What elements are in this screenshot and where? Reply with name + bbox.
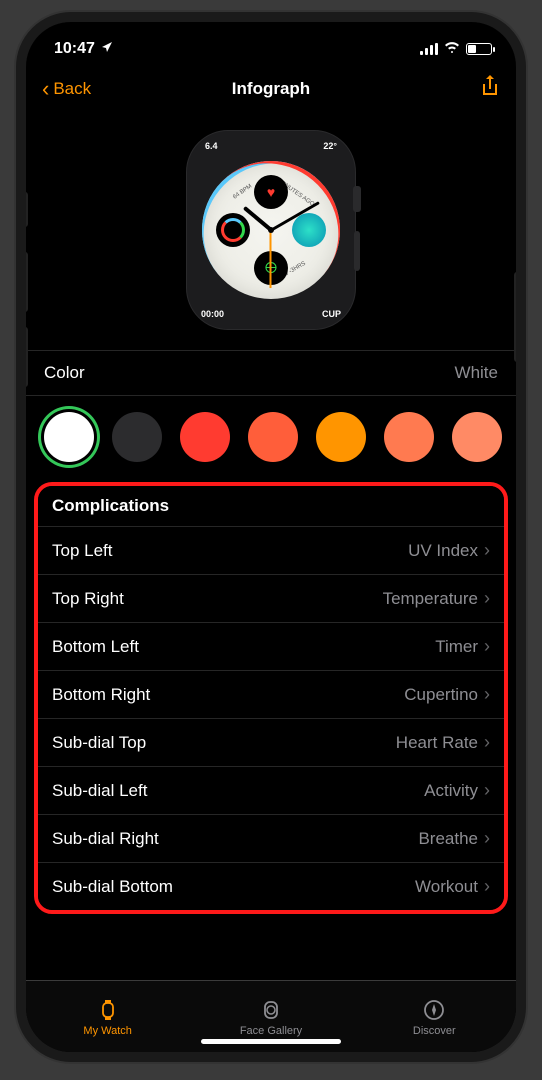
chevron-left-icon: ‹ <box>42 76 49 102</box>
complications-header: Complications <box>38 486 504 526</box>
color-swatch-orange[interactable] <box>316 412 366 462</box>
chevron-right-icon: › <box>484 588 490 609</box>
complication-value: UV Index <box>408 541 478 561</box>
color-label: Color <box>44 363 85 383</box>
activity-rings-icon <box>221 218 245 242</box>
color-swatch-white[interactable] <box>44 412 94 462</box>
complications-section-highlighted: Complications Top LeftUV Index›Top Right… <box>34 482 508 914</box>
side-button <box>22 327 28 387</box>
subdial-left <box>216 213 250 247</box>
content-scroll[interactable]: 6.4 22° 00:00 CUP 64 BPM 3 MINUTES AGO 0… <box>26 112 516 980</box>
chevron-right-icon: › <box>484 684 490 705</box>
chevron-right-icon: › <box>484 636 490 657</box>
watch-icon <box>96 997 120 1023</box>
corner-bottom-right: CUP <box>322 309 341 319</box>
chevron-right-icon: › <box>484 732 490 753</box>
screen: 10:47 ‹ Back Infograph <box>26 22 516 1052</box>
battery-icon <box>466 43 492 55</box>
complication-label: Sub-dial Top <box>52 733 146 753</box>
complication-value: Temperature <box>383 589 478 609</box>
tab-label: My Watch <box>83 1025 132 1037</box>
watch-side-button <box>354 231 360 271</box>
corner-bottom-left: 00:00 <box>201 309 224 319</box>
side-button <box>22 192 28 227</box>
corner-top-right: 22° <box>323 141 337 151</box>
watch-dial: 64 BPM 3 MINUTES AGO 07:09 -3HRS ♥ 𐀏 <box>202 161 340 299</box>
color-swatch-black[interactable] <box>112 412 162 462</box>
cellular-signal-icon <box>420 43 438 55</box>
tab-my-watch[interactable]: My Watch <box>26 981 189 1052</box>
tab-label: Discover <box>413 1025 456 1037</box>
complication-row-top-right[interactable]: Top Right Temperature › <box>38 574 504 622</box>
side-button <box>514 272 520 362</box>
complication-row-bottom-right[interactable]: Bottom Right Cupertino › <box>38 670 504 718</box>
corner-top-left: 6.4 <box>205 141 218 151</box>
subdial-top: ♥ <box>254 175 288 209</box>
complication-row-bottom-left[interactable]: Bottom Left Timer › <box>38 622 504 670</box>
complication-label: Sub-dial Left <box>52 781 147 801</box>
chevron-right-icon: › <box>484 540 490 561</box>
complication-label: Sub-dial Right <box>52 829 159 849</box>
complication-value: Breathe <box>418 829 478 849</box>
wifi-icon <box>444 40 460 58</box>
chevron-right-icon: › <box>484 828 490 849</box>
color-swatch-peach[interactable] <box>452 412 502 462</box>
share-button[interactable] <box>480 74 500 104</box>
complication-value: Timer <box>435 637 478 657</box>
watch-face-icon <box>259 997 283 1023</box>
watch-crown <box>353 186 361 212</box>
color-value: White <box>455 363 498 383</box>
color-swatch-orange-red[interactable] <box>248 412 298 462</box>
complication-value: Workout <box>415 877 478 897</box>
complication-label: Sub-dial Bottom <box>52 877 173 897</box>
back-button[interactable]: ‹ Back <box>42 76 91 102</box>
nav-bar: ‹ Back Infograph <box>26 66 516 112</box>
complication-label: Bottom Left <box>52 637 139 657</box>
complication-row-sub-dial-top[interactable]: Sub-dial Top Heart Rate › <box>38 718 504 766</box>
complication-value: Cupertino <box>404 685 478 705</box>
location-arrow-icon <box>101 40 113 58</box>
notch <box>166 22 376 50</box>
complication-row-sub-dial-right[interactable]: Sub-dial Right Breathe › <box>38 814 504 862</box>
complication-value: Activity <box>424 781 478 801</box>
subdial-right <box>292 213 326 247</box>
compass-icon <box>422 997 446 1023</box>
chevron-right-icon: › <box>484 876 490 897</box>
watch-face-preview[interactable]: 6.4 22° 00:00 CUP 64 BPM 3 MINUTES AGO 0… <box>26 112 516 350</box>
color-row[interactable]: Color White <box>26 350 516 396</box>
complication-row-sub-dial-left[interactable]: Sub-dial Left Activity › <box>38 766 504 814</box>
color-swatch-coral[interactable] <box>384 412 434 462</box>
heart-icon: ♥ <box>267 184 275 200</box>
side-button <box>22 252 28 312</box>
chevron-right-icon: › <box>484 780 490 801</box>
back-label: Back <box>53 79 91 99</box>
complication-label: Top Left <box>52 541 113 561</box>
complication-row-sub-dial-bottom[interactable]: Sub-dial Bottom Workout › <box>38 862 504 910</box>
color-swatch-red[interactable] <box>180 412 230 462</box>
status-time: 10:47 <box>54 40 95 58</box>
watch-case: 6.4 22° 00:00 CUP 64 BPM 3 MINUTES AGO 0… <box>186 130 356 330</box>
phone-frame: 10:47 ‹ Back Infograph <box>16 12 526 1062</box>
page-title: Infograph <box>232 79 310 99</box>
tab-discover[interactable]: Discover <box>353 981 516 1052</box>
color-swatches-scroll[interactable] <box>26 396 516 482</box>
home-indicator[interactable] <box>201 1039 341 1044</box>
complication-value: Heart Rate <box>396 733 478 753</box>
complication-label: Bottom Right <box>52 685 150 705</box>
tab-label: Face Gallery <box>240 1025 302 1037</box>
complication-row-top-left[interactable]: Top Left UV Index › <box>38 526 504 574</box>
complication-label: Top Right <box>52 589 124 609</box>
